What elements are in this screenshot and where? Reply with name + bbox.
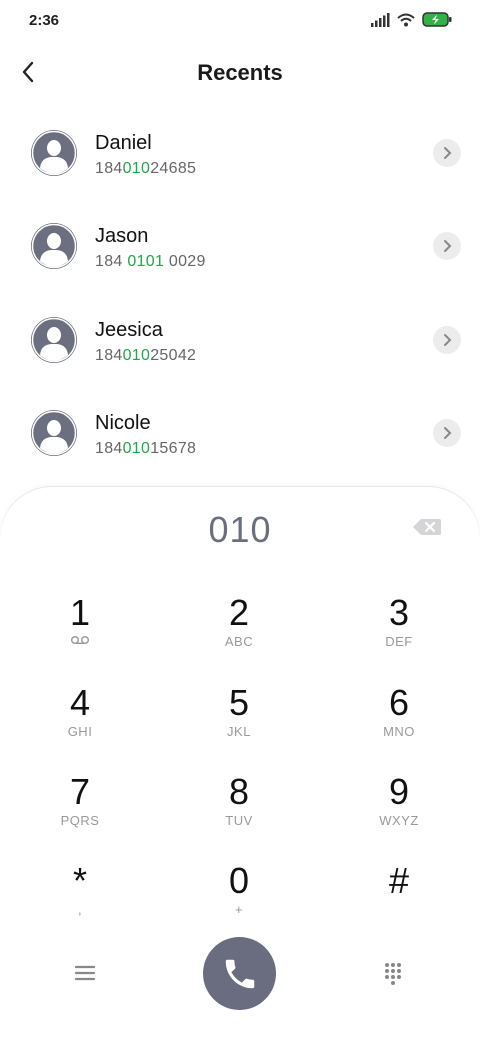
key-6[interactable]: 6 MNO	[334, 683, 464, 763]
status-time: 2:36	[29, 12, 60, 29]
status-bar: 2:36	[0, 0, 480, 44]
key-digit: 8	[228, 771, 250, 812]
key-9[interactable]: 9 WXYZ	[334, 772, 464, 852]
key-8[interactable]: 8 TUV	[174, 772, 304, 852]
key-3[interactable]: 3 DEF	[334, 593, 464, 673]
contact-number: 18401025042	[95, 346, 197, 364]
phone-icon	[225, 959, 254, 988]
chevron-right-icon	[444, 426, 452, 439]
key-digit: #	[388, 860, 410, 901]
key-star[interactable]: * ,	[15, 861, 145, 941]
contact-details-button[interactable]	[433, 418, 461, 447]
key-letters: DEF	[385, 634, 413, 649]
key-digit: 5	[228, 682, 250, 723]
key-digit: 2	[228, 592, 250, 633]
key-7[interactable]: 7 PQRS	[15, 772, 145, 852]
key-4[interactable]: 4 GHI	[15, 683, 145, 763]
key-letters: +	[234, 902, 244, 917]
chevron-right-icon	[444, 147, 452, 159]
contact-row[interactable]: Daniel 18401024685	[0, 106, 480, 199]
person-icon	[31, 130, 77, 176]
backspace-icon	[413, 519, 441, 535]
contact-number: 18401024685	[95, 160, 197, 177]
key-2[interactable]: 2 ABC	[174, 593, 304, 673]
contact-row[interactable]: Jason 184 0101 0029	[0, 199, 480, 292]
key-1[interactable]: 1	[15, 593, 145, 673]
person-icon	[31, 317, 77, 362]
backspace-button[interactable]	[412, 516, 442, 538]
key-letters: ABC	[224, 634, 254, 649]
menu-icon	[74, 965, 96, 981]
key-digit: 4	[69, 682, 91, 723]
contact-number: 184 0101 0029	[95, 253, 206, 271]
key-letters: PQRS	[60, 813, 100, 828]
status-icons	[371, 12, 452, 27]
keypad-icon	[385, 963, 401, 985]
recents-list: Daniel 18401024685 Jason 184 0101 0029 J…	[0, 106, 480, 479]
signal-icon	[371, 12, 390, 27]
chevron-right-icon	[444, 240, 452, 253]
key-hash[interactable]: #	[334, 861, 464, 941]
menu-button[interactable]	[72, 960, 98, 986]
avatar	[31, 316, 77, 363]
contact-details-button[interactable]	[433, 139, 461, 167]
contact-details-button[interactable]	[433, 232, 461, 261]
key-digit: 6	[388, 682, 410, 723]
key-0[interactable]: 0 +	[174, 861, 304, 941]
key-digit: 9	[388, 771, 410, 812]
battery-charging-icon	[422, 12, 452, 27]
avatar	[31, 223, 77, 270]
dialpad-panel: 010 1 2 ABC 3 DEF 4 GHI 5 JKL 6 MNO 7 PQ…	[0, 487, 480, 1040]
key-letters: GHI	[67, 724, 93, 739]
wifi-icon	[397, 13, 415, 26]
person-icon	[31, 410, 77, 456]
contact-name: Daniel	[95, 132, 152, 154]
avatar	[31, 130, 77, 176]
key-letters: WXYZ	[379, 813, 419, 828]
key-letters: TUV	[225, 813, 253, 828]
voicemail-icon	[15, 634, 145, 650]
key-digit: 3	[388, 592, 410, 633]
contact-row[interactable]: Jeesica 18401025042	[0, 293, 480, 386]
dialed-number-field[interactable]: 010	[0, 509, 480, 551]
key-5[interactable]: 5 JKL	[174, 683, 304, 763]
key-digit: *	[72, 860, 87, 901]
contact-row[interactable]: Nicole 18401015678	[0, 386, 480, 479]
contact-details-button[interactable]	[433, 325, 461, 354]
page-title: Recents	[197, 60, 283, 85]
header: Recents	[0, 44, 480, 100]
chevron-right-icon	[444, 333, 452, 346]
key-digit: 1	[69, 592, 91, 633]
keypad-toggle-button[interactable]	[384, 962, 406, 986]
avatar	[31, 409, 77, 456]
call-button[interactable]	[203, 937, 276, 1010]
key-letters: JKL	[227, 724, 251, 739]
key-letters: MNO	[383, 724, 415, 739]
key-digit: 7	[69, 771, 91, 812]
key-digit: 0	[228, 860, 250, 901]
contact-name: Jeesica	[95, 318, 163, 341]
person-icon	[31, 224, 77, 269]
contact-name: Nicole	[95, 411, 151, 434]
contact-number: 18401015678	[95, 439, 197, 457]
key-letters: ,	[77, 902, 83, 917]
contact-name: Jason	[95, 225, 149, 248]
